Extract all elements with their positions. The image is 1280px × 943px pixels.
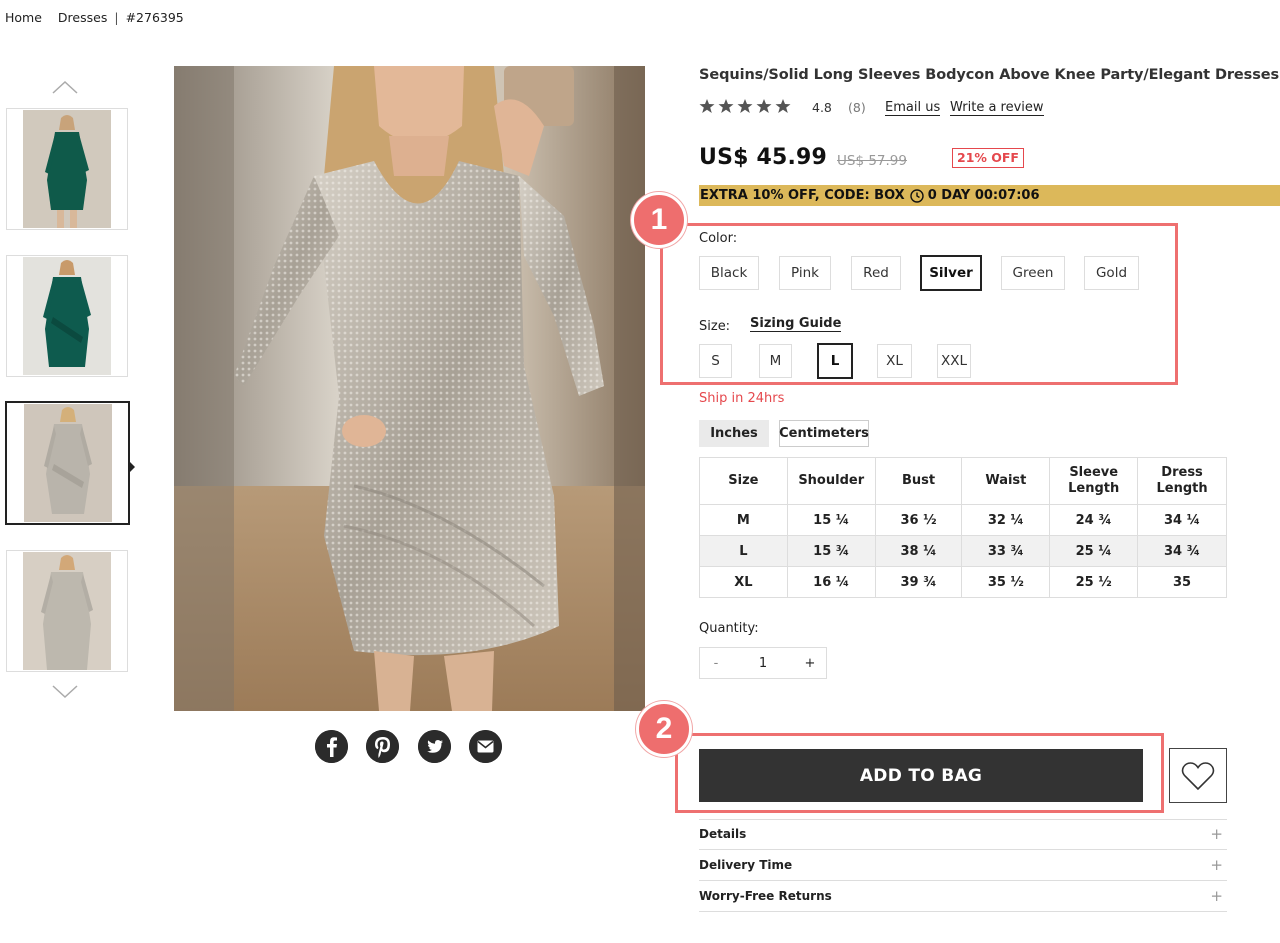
accordion-label: Details (699, 827, 747, 841)
size-chart-header: Bust (874, 457, 963, 505)
breadcrumb-item-id: #276395 (125, 10, 184, 25)
original-price: US$ 57.99 (837, 153, 907, 169)
size-chart-header: Dress Length (1137, 457, 1227, 505)
quantity-increase-button[interactable]: + (794, 656, 826, 671)
thumbnail-3[interactable] (5, 401, 130, 525)
accordion-details[interactable]: Details + (699, 819, 1227, 850)
star-icon (756, 99, 772, 113)
table-cell: 38 ¼ (874, 535, 963, 567)
annotation-badge-2: 2 (636, 701, 692, 757)
accordion-delivery-time[interactable]: Delivery Time + (699, 850, 1227, 881)
write-review-link[interactable]: Write a review (950, 100, 1044, 116)
ship-note: Ship in 24hrs (699, 391, 785, 406)
thumbnail-2[interactable] (6, 255, 128, 377)
breadcrumb-separator: | (114, 10, 119, 25)
current-price: US$ 45.99 (699, 145, 828, 170)
size-chart-header: Sleeve Length (1049, 457, 1139, 505)
thumbnail-1[interactable] (6, 108, 128, 230)
discount-badge: 21% OFF (952, 148, 1024, 168)
table-cell: XL (699, 566, 788, 598)
plus-icon: + (1210, 825, 1223, 843)
thumbnail-selected-pointer (130, 462, 135, 472)
table-row: M 15 ¼ 36 ½ 32 ¼ 24 ¾ 34 ¼ (699, 504, 1227, 536)
table-cell: 39 ¾ (874, 566, 963, 598)
review-count[interactable]: (8) (848, 100, 866, 115)
table-row: L 15 ¾ 38 ¼ 33 ¾ 25 ¼ 34 ¾ (699, 535, 1227, 567)
star-icon (699, 99, 715, 113)
highlight-box-options (660, 223, 1178, 385)
size-chart-header: Waist (961, 457, 1051, 505)
table-cell: 16 ¼ (786, 566, 876, 598)
quantity-stepper: - 1 + (699, 647, 827, 679)
star-icon (718, 99, 734, 113)
table-cell: 34 ¼ (1137, 504, 1227, 536)
chevron-down-icon[interactable] (52, 685, 78, 699)
quantity-decrease-button[interactable]: - (700, 656, 732, 671)
table-cell: 36 ½ (874, 504, 963, 536)
promo-code-text: EXTRA 10% OFF, CODE: BOX (700, 188, 905, 203)
table-cell: 24 ¾ (1049, 504, 1139, 536)
table-cell: 25 ½ (1049, 566, 1139, 598)
table-cell: M (699, 504, 788, 536)
table-cell: 32 ¼ (961, 504, 1051, 536)
size-chart-header-row: Size Shoulder Bust Waist Sleeve Length D… (699, 457, 1227, 505)
wishlist-button[interactable] (1169, 748, 1227, 803)
breadcrumb-home[interactable]: Home (5, 10, 42, 25)
thumbnail-4[interactable] (6, 550, 128, 672)
table-cell: 35 (1137, 566, 1227, 598)
accordion-label: Worry-Free Returns (699, 889, 832, 903)
rating-value: 4.8 (812, 100, 832, 115)
email-icon[interactable] (469, 730, 502, 763)
highlight-box-add-to-bag (675, 733, 1164, 813)
size-chart-header: Shoulder (786, 457, 876, 505)
star-icon (775, 99, 791, 113)
table-cell: 15 ¾ (786, 535, 876, 567)
promo-banner: EXTRA 10% OFF, CODE: BOX 0 DAY 00:07:06 (699, 185, 1280, 206)
table-cell: 34 ¾ (1137, 535, 1227, 567)
table-cell: L (699, 535, 788, 567)
thumbnail-image (23, 110, 111, 228)
product-title: Sequins/Solid Long Sleeves Bodycon Above… (699, 67, 1279, 83)
accordion-label: Delivery Time (699, 858, 793, 872)
table-row: XL 16 ¼ 39 ¾ 35 ½ 25 ½ 35 (699, 566, 1227, 598)
thumbnail-image (23, 404, 112, 522)
table-cell: 33 ¾ (961, 535, 1051, 567)
breadcrumb: Home Dresses | #276395 (5, 10, 184, 25)
unit-centimeters-button[interactable]: Centimeters (779, 420, 869, 447)
promo-timer: 0 DAY 00:07:06 (927, 188, 1040, 203)
email-us-link[interactable]: Email us (885, 100, 941, 116)
thumbnail-image (23, 552, 111, 670)
accordion-worry-free-returns[interactable]: Worry-Free Returns + (699, 881, 1227, 912)
plus-icon: + (1210, 856, 1223, 874)
plus-icon: + (1210, 887, 1223, 905)
breadcrumb-dresses[interactable]: Dresses (58, 10, 107, 25)
facebook-icon[interactable] (315, 730, 348, 763)
size-chart-table: Size Shoulder Bust Waist Sleeve Length D… (699, 457, 1227, 598)
unit-inches-button[interactable]: Inches (699, 420, 769, 447)
table-cell: 15 ¼ (786, 504, 876, 536)
pinterest-icon[interactable] (366, 730, 399, 763)
table-cell: 25 ¼ (1049, 535, 1139, 567)
chevron-up-icon[interactable] (52, 80, 78, 94)
rating-stars (699, 98, 791, 114)
thumbnail-image (23, 257, 111, 375)
quantity-label: Quantity: (699, 621, 759, 636)
quantity-input[interactable]: 1 (732, 656, 794, 671)
star-icon (737, 99, 753, 113)
size-chart-header: Size (699, 457, 788, 505)
twitter-icon[interactable] (418, 730, 451, 763)
heart-icon (1181, 761, 1215, 790)
table-cell: 35 ½ (961, 566, 1051, 598)
clock-icon (910, 188, 924, 203)
main-product-image (174, 66, 645, 711)
annotation-badge-1: 1 (631, 192, 687, 248)
